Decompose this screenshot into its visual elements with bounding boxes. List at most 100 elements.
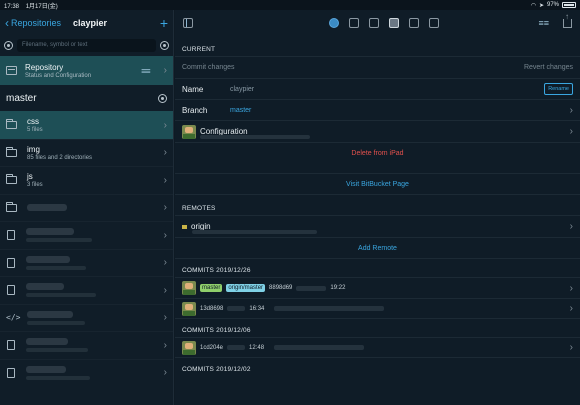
remote-branch-tag: origin/master	[226, 284, 266, 292]
commit-changes-row: Commit changes Revert changes	[175, 56, 580, 78]
chevron-right-icon: ›	[163, 65, 167, 76]
status-time: 17:38	[4, 3, 20, 10]
chevron-right-icon: ›	[569, 126, 573, 137]
file-item-blurred[interactable]: ›	[0, 221, 173, 249]
wifi-icon: ◠	[530, 2, 536, 9]
chevron-left-icon: ‹	[5, 16, 9, 30]
commit-row[interactable]: 13d8698 16:34 ›	[175, 298, 580, 319]
blurred-text	[227, 306, 246, 311]
name-value: claypier	[230, 85, 255, 93]
file-item-blurred[interactable]: </> ›	[0, 303, 173, 332]
file-sidebar: ‹ Repositories claypier + Filename, symb…	[0, 10, 174, 405]
revert-changes-button[interactable]: Revert changes	[524, 64, 573, 71]
repository-item-subtitle: Status and Configuration	[25, 72, 92, 79]
avatar	[182, 124, 196, 139]
delete-from-ipad-button[interactable]: Delete from iPad	[351, 150, 403, 157]
file-name: css	[27, 117, 39, 127]
visit-row: Visit BitBucket Page	[175, 173, 580, 195]
image-icon[interactable]	[368, 18, 379, 28]
configuration-row[interactable]: Configuration ›	[175, 120, 580, 142]
chevron-right-icon: ›	[569, 104, 573, 116]
filter-icon[interactable]: ≡≡	[141, 66, 150, 76]
file-name: img	[27, 144, 40, 154]
blurred-text	[27, 320, 85, 325]
file-item-blurred[interactable]: ›	[0, 331, 173, 359]
add-button[interactable]: +	[160, 16, 168, 30]
branch-label: Branch	[182, 105, 208, 115]
branch-tag: master	[200, 284, 223, 292]
settings-icon[interactable]	[4, 40, 13, 50]
commit-time: 16:34	[249, 305, 265, 312]
add-remote-button[interactable]: Add Remote	[358, 245, 397, 252]
folder-icon	[6, 201, 17, 212]
file-item-img[interactable]: img 85 files and 2 directories ›	[0, 138, 173, 167]
rename-button[interactable]: Rename	[544, 83, 573, 95]
visit-bitbucket-button[interactable]: Visit BitBucket Page	[346, 181, 409, 188]
folder-icon	[6, 146, 17, 157]
repository-item[interactable]: Repository Status and Configuration ≡≡ ›	[0, 56, 173, 85]
branch-row[interactable]: Branch master ›	[175, 99, 580, 120]
commit-time: 12:48	[249, 344, 265, 351]
terminal-icon[interactable]	[408, 18, 419, 28]
blurred-text	[26, 365, 66, 373]
chevron-right-icon: ›	[163, 229, 167, 241]
blurred-text	[26, 255, 70, 263]
file-item-js[interactable]: js 3 files ›	[0, 166, 173, 194]
blurred-text	[26, 238, 92, 243]
message-icon[interactable]	[348, 18, 359, 28]
file-detail: 85 files and 2 directories	[27, 154, 93, 161]
search-input[interactable]: Filename, symbol or text	[17, 38, 156, 52]
sidebar-icon[interactable]	[183, 18, 193, 28]
sidebar-nav-bar: ‹ Repositories claypier +	[0, 10, 173, 36]
file-item-blurred[interactable]: ›	[0, 193, 173, 222]
commits-section-header: COMMITS 2019/12/06	[182, 327, 251, 334]
remote-origin-row[interactable]: origin ›	[175, 215, 580, 237]
location-icon: ➤	[538, 2, 544, 9]
back-button[interactable]: ‹ Repositories	[5, 17, 61, 29]
filter-icon[interactable]: ≡≡	[538, 18, 549, 28]
history-icon[interactable]	[160, 40, 169, 50]
commit-row[interactable]: master origin/master 8898d69 19:22 ›	[175, 277, 580, 298]
blurred-text	[26, 283, 64, 291]
file-item-css[interactable]: css 5 files ›	[0, 111, 173, 139]
add-remote-row: Add Remote	[175, 237, 580, 259]
blurred-text	[27, 310, 73, 318]
alert-icon[interactable]	[428, 18, 439, 28]
commit-row[interactable]: 1cd204e 12:48 ›	[175, 337, 580, 358]
file-item-blurred[interactable]: ›	[0, 248, 173, 277]
info-icon[interactable]	[388, 18, 399, 28]
branch-header[interactable]: master	[0, 85, 173, 111]
file-item-blurred[interactable]: ›	[0, 276, 173, 304]
blurred-text	[227, 345, 246, 350]
blurred-text	[274, 306, 385, 311]
file-item-blurred[interactable]: ›	[0, 358, 173, 387]
blurred-text	[192, 230, 317, 234]
current-section-header: CURRENT	[182, 46, 216, 53]
chevron-right-icon: ›	[163, 174, 167, 186]
remote-icon	[182, 224, 187, 229]
share-icon[interactable]	[562, 12, 572, 28]
chevron-right-icon: ›	[163, 257, 167, 269]
commit-changes-button[interactable]: Commit changes	[182, 64, 235, 71]
globe-icon[interactable]	[328, 18, 339, 28]
chevron-right-icon: ›	[569, 303, 573, 314]
delete-row: Delete from iPad	[175, 142, 580, 164]
chevron-right-icon: ›	[163, 202, 167, 214]
chevron-right-icon: ›	[569, 342, 573, 353]
name-row: Name claypier Rename	[175, 78, 580, 99]
file-detail: 3 files	[27, 182, 43, 189]
blurred-text	[27, 204, 67, 212]
code-icon: </>	[6, 313, 21, 323]
blurred-text	[274, 345, 365, 350]
clock-icon[interactable]	[158, 93, 167, 103]
commit-hash: 13d8698	[200, 305, 224, 312]
commit-time: 19:22	[330, 285, 346, 291]
avatar	[182, 301, 196, 316]
document-icon	[7, 257, 15, 268]
toolbar: ≡≡	[175, 10, 580, 36]
document-icon	[7, 285, 15, 296]
status-date: 1月17日(金)	[25, 3, 58, 10]
repository-item-title: Repository	[25, 62, 64, 72]
blurred-text	[26, 228, 74, 236]
chevron-right-icon: ›	[569, 221, 573, 232]
